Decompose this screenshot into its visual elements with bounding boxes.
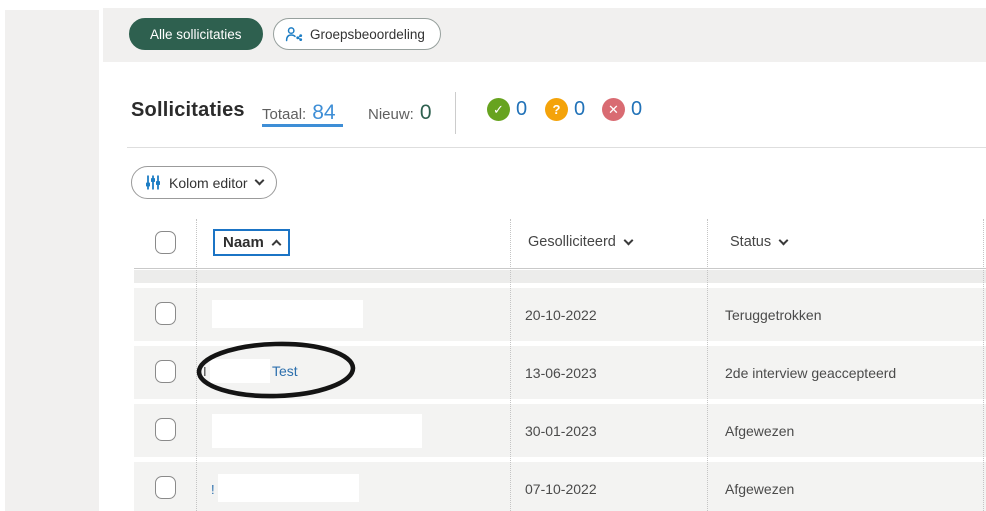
- status-text: 2de interview geaccepteerd: [725, 365, 897, 381]
- chevron-down-icon: [778, 235, 789, 245]
- status-header-label: Status: [730, 234, 772, 250]
- check-icon: ✓: [487, 98, 510, 121]
- table-row[interactable]: 30-01-2023 Afgewezen: [134, 404, 986, 457]
- chevron-down-icon: [254, 175, 265, 186]
- undecided-count: 0: [574, 98, 586, 120]
- name-redaction: [212, 414, 422, 448]
- column-editor-button[interactable]: Kolom editor: [131, 166, 277, 199]
- applied-date: 20-10-2022: [525, 307, 597, 323]
- name-redaction: [210, 359, 270, 383]
- column-editor-label: Kolom editor: [169, 174, 248, 191]
- status-text: Afgewezen: [725, 481, 795, 497]
- section-divider: [127, 147, 986, 148]
- question-icon: ?: [545, 98, 568, 121]
- group-review-pill[interactable]: Groepsbeoordeling: [273, 18, 441, 50]
- row-checkbox[interactable]: [155, 418, 176, 441]
- column-header-naam[interactable]: Naam: [213, 229, 290, 256]
- total-label: Totaal:: [262, 106, 307, 123]
- column-divider: [196, 219, 197, 511]
- column-header-gesolliciteerd[interactable]: Gesolliciteerd: [528, 234, 634, 250]
- select-all-checkbox[interactable]: [155, 231, 176, 254]
- table-row[interactable]: 20-10-2022 Teruggetrokken: [134, 288, 986, 341]
- group-review-label: Groepsbeoordeling: [310, 26, 425, 42]
- partial-row: [134, 270, 986, 283]
- table-row[interactable]: ! 07-10-2022 Afgewezen: [134, 462, 986, 511]
- name-redaction: [212, 300, 363, 328]
- gesolliciteerd-header-label: Gesolliciteerd: [528, 234, 616, 250]
- row-checkbox[interactable]: [155, 302, 176, 325]
- naam-header-label: Naam: [223, 234, 264, 251]
- undecided-badge[interactable]: ? 0: [545, 98, 585, 121]
- approved-badge[interactable]: ✓ 0: [487, 98, 527, 121]
- applicant-name-link[interactable]: Test: [272, 363, 298, 379]
- name-redaction: [218, 474, 359, 502]
- summary-divider: [455, 92, 456, 134]
- cross-icon: ✕: [602, 98, 625, 121]
- column-divider: [707, 219, 708, 511]
- table-row[interactable]: I Test 13-06-2023 2de interview geaccept…: [134, 346, 986, 399]
- applied-date: 07-10-2022: [525, 481, 597, 497]
- total-active-underline: [262, 124, 343, 127]
- page-root: Alle sollicitaties Groepsbeoordeling Sol…: [0, 0, 986, 511]
- row-checkbox[interactable]: [155, 476, 176, 499]
- row-checkbox[interactable]: [155, 360, 176, 383]
- total-stat[interactable]: Totaal: 84: [262, 101, 336, 125]
- new-value: 0: [419, 101, 432, 124]
- name-prefix: I: [203, 364, 207, 379]
- column-divider: [983, 219, 984, 511]
- status-text: Afgewezen: [725, 423, 795, 439]
- all-applications-pill[interactable]: Alle sollicitaties: [129, 18, 263, 50]
- left-gutter: [5, 10, 99, 511]
- applied-date: 30-01-2023: [525, 423, 597, 439]
- rejected-badge[interactable]: ✕ 0: [602, 98, 642, 121]
- sliders-icon: [145, 174, 161, 191]
- column-divider: [510, 219, 511, 511]
- chevron-down-icon: [623, 235, 634, 245]
- all-applications-label: Alle sollicitaties: [150, 26, 242, 42]
- page-title: Sollicitaties: [131, 99, 245, 121]
- rejected-count: 0: [631, 98, 643, 120]
- column-header-status[interactable]: Status: [730, 234, 789, 250]
- approved-count: 0: [516, 98, 528, 120]
- total-value: 84: [312, 101, 336, 124]
- group-review-icon: [285, 26, 304, 43]
- table-header-border: [134, 268, 986, 269]
- new-stat[interactable]: Nieuw: 0: [368, 101, 432, 125]
- name-prefix: !: [211, 482, 215, 497]
- sort-asc-icon: [271, 239, 282, 250]
- new-label: Nieuw:: [368, 106, 414, 123]
- applied-date: 13-06-2023: [525, 365, 597, 381]
- status-text: Teruggetrokken: [725, 307, 822, 323]
